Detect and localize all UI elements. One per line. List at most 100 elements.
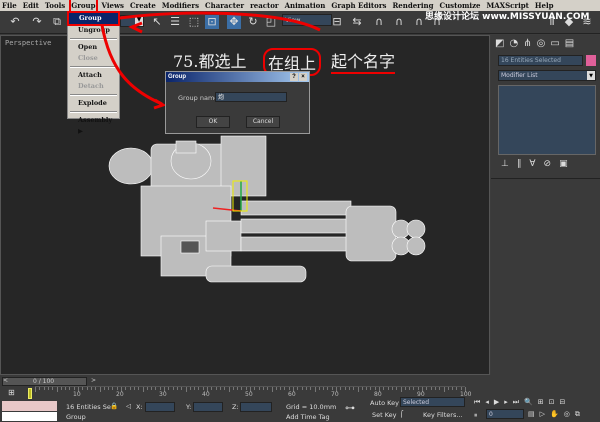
scale-icon[interactable]: ◰ [264, 15, 278, 29]
menu-create[interactable]: Create [130, 0, 156, 11]
menu-item-assembly-label: Assembly [78, 116, 113, 124]
remove-modifier-icon[interactable]: ⊘ [544, 159, 552, 169]
reference-coordinate-dropdown[interactable]: View [282, 14, 332, 26]
go-to-end-icon[interactable]: ⏭ [513, 398, 519, 407]
prompt-line: Group [66, 413, 86, 421]
menu-item-group[interactable]: Group [67, 11, 120, 26]
select-icon[interactable]: ↖ [150, 15, 164, 29]
modify-tab-icon[interactable]: ◔ [509, 38, 518, 49]
angle-snap-icon[interactable]: ∩ [392, 15, 406, 29]
show-end-result-icon[interactable]: ∥ [517, 159, 522, 169]
hierarchy-tab-icon[interactable]: ⋔ [523, 38, 531, 49]
menu-graph-editors[interactable]: Graph Editors [331, 0, 386, 11]
menu-item-explode[interactable]: Explode [68, 98, 119, 109]
menu-group[interactable]: Group [69, 0, 98, 13]
menu-item-open[interactable]: Open [68, 42, 119, 53]
zoom-icon[interactable]: 🔍 [524, 398, 533, 407]
play-icon[interactable]: ▶ [494, 398, 499, 407]
pin-stack-icon[interactable]: ⊥ [501, 159, 509, 169]
default-tangent-icon[interactable]: ⌠ [400, 410, 403, 418]
time-slider-thumb[interactable] [28, 388, 32, 399]
move-icon[interactable]: ✥ [227, 15, 241, 29]
selection-name-field[interactable]: 16 Entities Selected [498, 55, 583, 66]
maximize-viewport-icon[interactable]: ⧉ [575, 410, 580, 419]
window-crossing-icon[interactable]: ⊡ [205, 15, 219, 29]
rotate-icon[interactable]: ↻ [246, 15, 260, 29]
snap-icon[interactable]: ∩ [372, 15, 386, 29]
menu-tools[interactable]: Tools [45, 0, 65, 11]
timeline-tick [86, 387, 88, 390]
utilities-tab-icon[interactable]: ▤ [565, 38, 574, 49]
menu-views[interactable]: Views [102, 0, 124, 11]
time-configuration-icon[interactable]: ▤ [528, 410, 535, 419]
arc-rotate-icon[interactable]: ◎ [564, 410, 570, 419]
set-key-button[interactable]: Set Key [372, 411, 397, 419]
menu-item-attach[interactable]: Attach [68, 70, 119, 81]
timeline-tick [301, 387, 303, 390]
track-bar-toggle-icon[interactable]: ⊞ [8, 388, 15, 397]
menu-item-ungroup[interactable]: Ungroup [68, 25, 119, 36]
zoom-all-icon[interactable]: ⊞ [538, 398, 544, 407]
absolute-mode-icon[interactable]: ◁ [126, 402, 131, 410]
menu-edit[interactable]: Edit [23, 0, 39, 11]
undo-icon[interactable]: ↶ [8, 15, 22, 29]
modifier-list-dropdown[interactable]: Modifier List ▼ [498, 70, 596, 81]
key-filters-button[interactable]: Key Filters... [423, 411, 463, 419]
make-unique-icon[interactable]: ∀ [529, 159, 535, 169]
menu-item-assembly[interactable]: Assembly ▶ [68, 115, 119, 135]
pivot-icon[interactable]: ⊟ [330, 15, 344, 29]
add-time-tag[interactable]: Add Time Tag [286, 413, 330, 421]
timeline-tick [280, 387, 282, 390]
key-mode-toggle-icon[interactable]: ⏸ [474, 411, 477, 420]
configure-modifier-sets-icon[interactable]: ▣ [559, 159, 568, 169]
key-mode-dropdown[interactable]: Selected [400, 397, 465, 407]
menu-animation[interactable]: Animation [285, 0, 326, 11]
timeline-tick [348, 387, 350, 390]
lock-icon[interactable]: 🔒 [110, 402, 118, 410]
timeline-tick [439, 387, 441, 390]
cancel-button[interactable]: Cancel [246, 116, 280, 128]
display-tab-icon[interactable]: ▭ [550, 38, 559, 49]
ok-button[interactable]: OK [196, 116, 230, 128]
field-of-view-icon[interactable]: ▷ [540, 410, 545, 419]
timeline-tick [228, 387, 230, 392]
next-frame-icon[interactable]: > [91, 377, 96, 384]
manipulate-icon[interactable]: ⇆ [350, 15, 364, 29]
object-color-swatch[interactable] [586, 55, 596, 66]
prev-frame-icon[interactable]: < [3, 377, 8, 384]
key-icon[interactable]: ⊶ [345, 403, 355, 414]
y-coordinate-field[interactable] [193, 402, 223, 412]
zoom-extents-all-icon[interactable]: ⊟ [560, 398, 566, 407]
menu-file[interactable]: File [2, 0, 17, 11]
timeline-tick [181, 387, 183, 390]
go-to-start-icon[interactable]: ⏮ [474, 398, 480, 407]
create-tab-icon[interactable]: ◩ [495, 38, 504, 49]
close-button[interactable]: × [299, 73, 307, 81]
maxscript-listener[interactable] [2, 401, 57, 411]
percent-snap-icon[interactable]: ∩ [412, 15, 426, 29]
help-button[interactable]: ? [290, 73, 298, 81]
auto-key-button[interactable]: Auto Key [370, 399, 399, 407]
region-select-icon[interactable]: ⬚ [187, 15, 201, 29]
timeline-tick [245, 387, 247, 390]
link-icon[interactable]: ⧉ [50, 15, 64, 29]
motion-tab-icon[interactable]: ◎ [537, 38, 546, 49]
menu-reactor[interactable]: reactor [250, 0, 279, 11]
zoom-extents-icon[interactable]: ⊡ [549, 398, 555, 407]
menu-character[interactable]: Character [205, 0, 244, 11]
group-name-input[interactable]: 炮 [215, 92, 287, 102]
selection-filter-dropdown[interactable]: ▼ [120, 15, 144, 27]
previous-frame-icon[interactable]: ◂ [485, 398, 489, 407]
timeline-tick [60, 387, 62, 390]
redo-icon[interactable]: ↷ [30, 15, 44, 29]
next-frame-icon[interactable]: ▸ [504, 398, 508, 407]
select-by-name-icon[interactable]: ☰ [168, 15, 182, 29]
x-coordinate-field[interactable] [145, 402, 175, 412]
z-coordinate-field[interactable] [240, 402, 272, 412]
current-frame-field[interactable]: 0 [486, 409, 524, 419]
time-slider[interactable]: < 0 / 100 > [2, 377, 96, 386]
modifier-stack[interactable] [498, 85, 596, 155]
maxscript-input[interactable] [2, 412, 57, 421]
pan-icon[interactable]: ✋ [550, 410, 559, 419]
menu-modifiers[interactable]: Modifiers [162, 0, 199, 11]
